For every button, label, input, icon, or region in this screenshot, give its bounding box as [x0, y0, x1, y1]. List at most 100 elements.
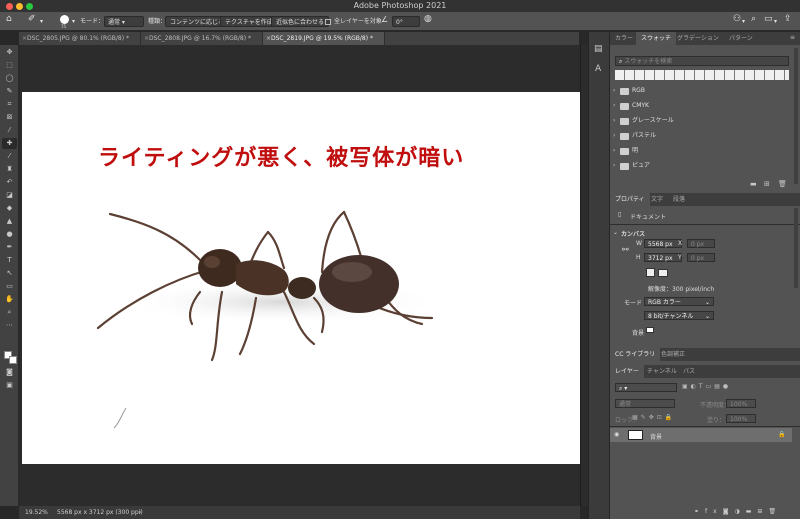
brush-tool-icon[interactable]: ⁄ — [2, 151, 17, 162]
marquee-tool-icon[interactable]: ⬚ — [2, 60, 17, 71]
workspace-chevron-icon[interactable]: ▾ — [774, 16, 777, 27]
swatch-folder-pastel[interactable]: › パステル — [610, 129, 792, 143]
swatches-scrollbar[interactable] — [794, 48, 798, 184]
eyedropper-tool-icon[interactable]: ⁄ — [2, 125, 17, 136]
dodge-tool-icon[interactable]: ● — [2, 229, 17, 240]
background-color-swatch[interactable] — [646, 327, 654, 333]
x-input[interactable]: 0 px — [687, 239, 715, 248]
status-arrow-icon[interactable]: › — [139, 506, 141, 519]
swatch-folder-light[interactable]: › 明 — [610, 144, 792, 158]
quick-selection-tool-icon[interactable]: ✎ — [2, 86, 17, 97]
crop-tool-icon[interactable]: ⌗ — [2, 99, 17, 110]
spot-healing-brush-tool-icon[interactable]: ✚ — [2, 138, 17, 149]
zoom-level[interactable]: 19.52% — [25, 506, 48, 519]
document-info[interactable]: 5568 px x 3712 px (300 ppi) — [57, 506, 143, 519]
doc-tab-2[interactable]: × DSC_2808.JPG @ 16.7% (RGB/8) * — [141, 32, 263, 45]
path-selection-tool-icon[interactable]: ↖ — [2, 268, 17, 279]
doc-tab-3[interactable]: × DSC_2819.JPG @ 19.5% (RGB/8) * — [263, 32, 385, 45]
more-tools-icon[interactable]: ⋯ — [2, 320, 17, 331]
tab-properties[interactable]: プロパティ — [610, 193, 650, 206]
brush-chevron-icon[interactable]: ▾ — [72, 16, 75, 27]
fill-input[interactable]: 100% — [726, 414, 756, 423]
swatch-folder-cmyk[interactable]: › CMYK — [610, 99, 792, 113]
height-input[interactable]: 3712 px — [644, 253, 682, 262]
blend-mode-select[interactable]: 通常 — [615, 399, 675, 408]
quick-mask-icon[interactable]: ◙ — [2, 367, 17, 378]
background-color-swatch[interactable] — [9, 356, 17, 364]
maximize-window-button[interactable] — [26, 2, 33, 10]
layer-row-background[interactable]: ◉ 背景 🔒 — [610, 428, 792, 442]
shape-tool-icon[interactable]: ▭ — [2, 281, 17, 292]
mode-select[interactable]: 通常 ▾ — [104, 16, 144, 27]
color-mode-select[interactable]: RGB カラー ⌄ — [644, 297, 714, 306]
image-canvas[interactable]: ライティングが悪く、被写体が暗い — [22, 92, 580, 464]
layer-filter-icons[interactable]: ▣◐T▭▤● — [682, 383, 731, 390]
delete-swatch-icon[interactable]: 🗑 — [778, 180, 787, 189]
y-input[interactable]: 0 px — [687, 253, 715, 262]
blur-tool-icon[interactable]: ▲ — [2, 216, 17, 227]
discover-chevron-icon[interactable]: ▾ — [742, 16, 745, 27]
healing-brush-icon[interactable]: ✐ — [28, 14, 36, 25]
tab-layers[interactable]: レイヤー — [610, 365, 644, 378]
minimize-window-button[interactable] — [16, 2, 23, 10]
workspace-icon[interactable]: ▭ — [764, 14, 773, 25]
properties-scrollbar[interactable] — [794, 208, 798, 288]
new-group-icon[interactable]: ▬ — [750, 180, 757, 189]
tab-paths[interactable]: パス — [678, 365, 700, 378]
lasso-tool-icon[interactable]: ◯ — [2, 73, 17, 84]
layer-name[interactable]: 背景 — [650, 432, 662, 441]
eraser-tool-icon[interactable]: ◪ — [2, 190, 17, 201]
portrait-orientation-icon[interactable] — [646, 268, 655, 277]
close-tab-icon[interactable]: × — [266, 32, 271, 45]
doc-tab-1[interactable]: × DSC_2805.JPG @ 80.1% (RGB/8) * — [19, 32, 141, 45]
pressure-icon[interactable]: ◍ — [424, 14, 432, 25]
glyphs-panel-icon[interactable]: A — [595, 64, 601, 74]
recent-swatches[interactable] — [615, 70, 789, 80]
bit-depth-select[interactable]: 8 bit/チャンネル ⌄ — [644, 311, 714, 320]
close-tab-icon[interactable]: × — [144, 32, 149, 45]
tab-cc-libraries[interactable]: CC ライブラリ — [610, 348, 661, 361]
tab-paragraph[interactable]: 段落 — [668, 193, 690, 206]
tab-adjustments[interactable]: 色調補正 — [656, 348, 690, 361]
pen-tool-icon[interactable]: ✒ — [2, 242, 17, 253]
history-panel-icon[interactable]: ▤ — [594, 44, 603, 54]
search-icon[interactable]: ⌕ — [751, 14, 756, 25]
chevron-down-icon[interactable]: ⌄ — [613, 229, 618, 236]
tab-channels[interactable]: チャンネル — [642, 365, 682, 378]
layer-bottom-actions[interactable]: ⚭fx◙◑▬⊞🗑 — [694, 508, 782, 515]
tab-patterns[interactable]: パターン — [724, 32, 758, 45]
share-icon[interactable]: ⇪ — [784, 14, 792, 25]
swatch-folder-pure[interactable]: › ピュア — [610, 159, 792, 173]
move-tool-icon[interactable]: ✥ — [2, 47, 17, 58]
swatch-folder-grayscale[interactable]: › グレースケール — [610, 114, 792, 128]
panel-menu-icon[interactable]: ≡ — [790, 34, 795, 41]
sample-all-checkbox[interactable] — [325, 19, 331, 25]
swatch-search-input[interactable]: ⌕ スウォッチを検索 — [615, 56, 789, 66]
tab-gradients[interactable]: グラデーション — [672, 32, 724, 45]
hand-tool-icon[interactable]: ✋ — [2, 294, 17, 305]
swatch-folder-rgb[interactable]: › RGB — [610, 84, 792, 98]
lock-icons[interactable]: ▦✎✥⊡🔒 — [632, 414, 675, 421]
layer-filter-select[interactable]: ⌕ ▾ — [615, 383, 677, 392]
paint-bucket-tool-icon[interactable]: ◆ — [2, 203, 17, 214]
eye-icon[interactable]: ◉ — [614, 431, 619, 438]
width-input[interactable]: 5568 px — [644, 239, 682, 248]
close-window-button[interactable] — [6, 2, 13, 10]
tab-color[interactable]: カラー — [610, 32, 638, 45]
opacity-input[interactable]: 100% — [726, 399, 756, 408]
angle-input[interactable]: 0° — [392, 16, 420, 27]
history-brush-tool-icon[interactable]: ↶ — [2, 177, 17, 188]
screen-mode-icon[interactable]: ▣ — [2, 380, 17, 391]
brush-preview[interactable] — [60, 15, 69, 24]
type-tool-icon[interactable]: T — [2, 255, 17, 266]
canvas-scrollbar[interactable] — [580, 45, 588, 506]
tab-swatches[interactable]: スウォッチ — [636, 32, 677, 45]
landscape-orientation-icon[interactable] — [658, 269, 668, 277]
close-tab-icon[interactable]: × — [22, 32, 27, 45]
tool-preset-chevron-icon[interactable]: ▾ — [40, 16, 43, 27]
proximity-match-button[interactable]: 近似色に合わせる — [271, 16, 330, 27]
frame-tool-icon[interactable]: ⊠ — [2, 112, 17, 123]
zoom-tool-icon[interactable]: ⌕ — [2, 307, 17, 318]
clone-stamp-tool-icon[interactable]: ♜ — [2, 164, 17, 175]
create-texture-button[interactable]: テクスチャを作成 — [220, 16, 278, 27]
